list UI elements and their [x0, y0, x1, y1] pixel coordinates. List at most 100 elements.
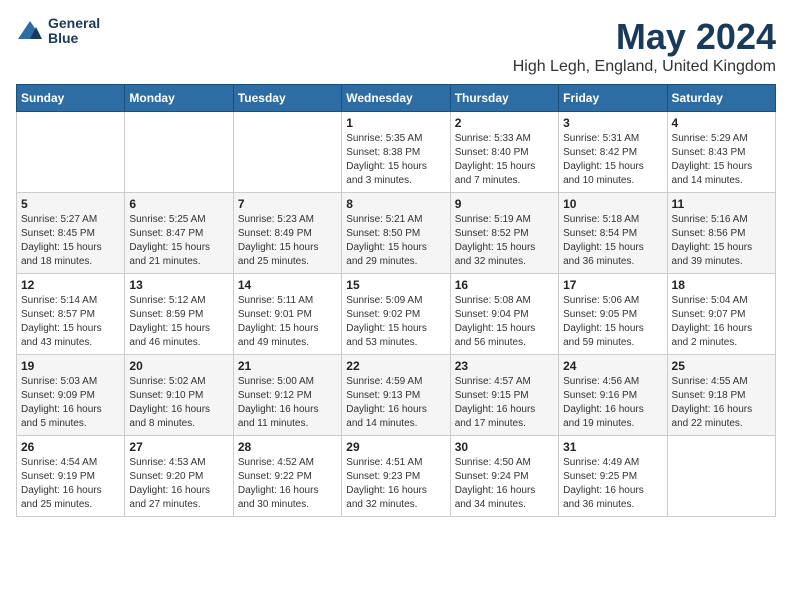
day-number: 14 — [238, 278, 337, 292]
day-info: Sunrise: 5:11 AM Sunset: 9:01 PM Dayligh… — [238, 294, 337, 350]
day-info: Sunrise: 4:57 AM Sunset: 9:15 PM Dayligh… — [455, 375, 554, 431]
day-number: 26 — [21, 440, 120, 454]
day-number: 21 — [238, 359, 337, 373]
day-number: 9 — [455, 197, 554, 211]
calendar-cell — [233, 112, 341, 193]
weekday-header: Wednesday — [342, 85, 450, 112]
calendar-week-row: 26 Sunrise: 4:54 AM Sunset: 9:19 PM Dayli… — [17, 436, 776, 517]
calendar-cell: 29Sunrise: 4:51 AM Sunset: 9:23 PM Dayli… — [342, 436, 450, 517]
day-number: 30 — [455, 440, 554, 454]
day-info: Sunrise: 5:00 AM Sunset: 9:12 PM Dayligh… — [238, 375, 337, 431]
calendar-cell: 11 Sunrise: 5:16 AM Sunset: 8:56 PM Dayli… — [667, 193, 775, 274]
day-number: 19 — [21, 359, 120, 373]
weekday-header: Friday — [559, 85, 667, 112]
calendar-cell: 19 Sunrise: 5:03 AM Sunset: 9:09 PM Dayli… — [17, 355, 125, 436]
day-info: Sunrise: 5:12 AM Sunset: 8:59 PM Dayligh… — [129, 294, 228, 350]
day-info: Sunrise: 5:25 AM Sunset: 8:47 PM Dayligh… — [129, 213, 228, 269]
day-info: Sunrise: 4:55 AM Sunset: 9:18 PM Dayligh… — [672, 375, 771, 431]
day-number: 5 — [21, 197, 120, 211]
calendar-cell: 4 Sunrise: 5:29 AM Sunset: 8:43 PM Daylig… — [667, 112, 775, 193]
day-number: 18 — [672, 278, 771, 292]
calendar-cell: 1 Sunrise: 5:35 AM Sunset: 8:38 PM Daylig… — [342, 112, 450, 193]
day-number: 23 — [455, 359, 554, 373]
day-info: Sunrise: 5:16 AM Sunset: 8:56 PM Dayligh… — [672, 213, 771, 269]
day-info: Sunrise: 5:14 AM Sunset: 8:57 PM Dayligh… — [21, 294, 120, 350]
calendar-cell: 9 Sunrise: 5:19 AM Sunset: 8:52 PM Daylig… — [450, 193, 558, 274]
day-number: 1 — [346, 116, 445, 130]
day-number: 27 — [129, 440, 228, 454]
day-info: Sunrise: 5:31 AM Sunset: 8:42 PM Dayligh… — [563, 132, 662, 188]
calendar-cell: 30 Sunrise: 4:50 AM Sunset: 9:24 PM Dayli… — [450, 436, 558, 517]
day-number: 25 — [672, 359, 771, 373]
day-number: 10 — [563, 197, 662, 211]
day-info: Sunrise: 5:02 AM Sunset: 9:10 PM Dayligh… — [129, 375, 228, 431]
day-number: 15 — [346, 278, 445, 292]
day-number: 22 — [346, 359, 445, 373]
calendar-subtitle: High Legh, England, United Kingdom — [513, 58, 776, 76]
logo-line1: General — [48, 15, 100, 31]
calendar-cell: 3 Sunrise: 5:31 AM Sunset: 8:42 PM Daylig… — [559, 112, 667, 193]
day-number: 4 — [672, 116, 771, 130]
calendar-cell: 8 Sunrise: 5:21 AM Sunset: 8:50 PM Daylig… — [342, 193, 450, 274]
day-number: 2 — [455, 116, 554, 130]
day-number: 12 — [21, 278, 120, 292]
calendar-cell: 28Sunrise: 4:52 AM Sunset: 9:22 PM Dayli… — [233, 436, 341, 517]
header-row: SundayMondayTuesdayWednesdayThursdayFrid… — [17, 85, 776, 112]
day-number: 8 — [346, 197, 445, 211]
calendar-cell: 17 Sunrise: 5:06 AM Sunset: 9:05 PM Dayli… — [559, 274, 667, 355]
calendar-cell: 15 Sunrise: 5:09 AM Sunset: 9:02 PM Dayli… — [342, 274, 450, 355]
calendar-week-row: 19 Sunrise: 5:03 AM Sunset: 9:09 PM Dayli… — [17, 355, 776, 436]
day-info: Sunrise: 5:35 AM Sunset: 8:38 PM Dayligh… — [346, 132, 445, 188]
day-info: Sunrise: 5:23 AM Sunset: 8:49 PM Dayligh… — [238, 213, 337, 269]
day-number: 7 — [238, 197, 337, 211]
day-info: Sunrise: 5:21 AM Sunset: 8:50 PM Dayligh… — [346, 213, 445, 269]
calendar-cell: 16 Sunrise: 5:08 AM Sunset: 9:04 PM Dayli… — [450, 274, 558, 355]
day-number: 16 — [455, 278, 554, 292]
day-number: 11 — [672, 197, 771, 211]
calendar-cell: 5 Sunrise: 5:27 AM Sunset: 8:45 PM Daylig… — [17, 193, 125, 274]
day-info: Sunrise: 5:29 AM Sunset: 8:43 PM Dayligh… — [672, 132, 771, 188]
calendar-cell: 25 Sunrise: 4:55 AM Sunset: 9:18 PM Dayli… — [667, 355, 775, 436]
calendar-body: 1 Sunrise: 5:35 AM Sunset: 8:38 PM Daylig… — [17, 112, 776, 517]
day-info: Sunrise: 4:54 AM Sunset: 9:19 PM Dayligh… — [21, 456, 120, 512]
page-header: General Blue May 2024 High Legh, England… — [16, 16, 776, 76]
calendar-cell: 12 Sunrise: 5:14 AM Sunset: 8:57 PM Dayli… — [17, 274, 125, 355]
day-info: Sunrise: 5:04 AM Sunset: 9:07 PM Dayligh… — [672, 294, 771, 350]
calendar-cell: 22Sunrise: 4:59 AM Sunset: 9:13 PM Dayli… — [342, 355, 450, 436]
weekday-header: Tuesday — [233, 85, 341, 112]
calendar-header: SundayMondayTuesdayWednesdayThursdayFrid… — [17, 85, 776, 112]
calendar-table: SundayMondayTuesdayWednesdayThursdayFrid… — [16, 84, 776, 517]
calendar-week-row: 5 Sunrise: 5:27 AM Sunset: 8:45 PM Daylig… — [17, 193, 776, 274]
calendar-week-row: 12 Sunrise: 5:14 AM Sunset: 8:57 PM Dayli… — [17, 274, 776, 355]
day-info: Sunrise: 5:18 AM Sunset: 8:54 PM Dayligh… — [563, 213, 662, 269]
calendar-cell: 6 Sunrise: 5:25 AM Sunset: 8:47 PM Daylig… — [125, 193, 233, 274]
day-number: 13 — [129, 278, 228, 292]
day-info: Sunrise: 5:08 AM Sunset: 9:04 PM Dayligh… — [455, 294, 554, 350]
calendar-cell — [17, 112, 125, 193]
calendar-cell: 18 Sunrise: 5:04 AM Sunset: 9:07 PM Dayli… — [667, 274, 775, 355]
day-info: Sunrise: 5:06 AM Sunset: 9:05 PM Dayligh… — [563, 294, 662, 350]
calendar-title: May 2024 — [513, 16, 776, 58]
calendar-cell: 7 Sunrise: 5:23 AM Sunset: 8:49 PM Daylig… — [233, 193, 341, 274]
calendar-cell: 21 Sunrise: 5:00 AM Sunset: 9:12 PM Dayli… — [233, 355, 341, 436]
title-block: May 2024 High Legh, England, United King… — [513, 16, 776, 76]
weekday-header: Thursday — [450, 85, 558, 112]
day-info: Sunrise: 5:19 AM Sunset: 8:52 PM Dayligh… — [455, 213, 554, 269]
day-info: Sunrise: 5:27 AM Sunset: 8:45 PM Dayligh… — [21, 213, 120, 269]
day-number: 20 — [129, 359, 228, 373]
weekday-header: Sunday — [17, 85, 125, 112]
day-info: Sunrise: 4:50 AM Sunset: 9:24 PM Dayligh… — [455, 456, 554, 512]
day-number: 17 — [563, 278, 662, 292]
day-number: 28 — [238, 440, 337, 454]
calendar-cell — [667, 436, 775, 517]
day-info: Sunrise: 5:03 AM Sunset: 9:09 PM Dayligh… — [21, 375, 120, 431]
logo-text: General Blue — [48, 16, 100, 47]
day-number: 6 — [129, 197, 228, 211]
calendar-week-row: 1 Sunrise: 5:35 AM Sunset: 8:38 PM Daylig… — [17, 112, 776, 193]
day-number: 24 — [563, 359, 662, 373]
day-number: 3 — [563, 116, 662, 130]
calendar-cell: 26 Sunrise: 4:54 AM Sunset: 9:19 PM Dayli… — [17, 436, 125, 517]
day-info: Sunrise: 5:09 AM Sunset: 9:02 PM Dayligh… — [346, 294, 445, 350]
weekday-header: Saturday — [667, 85, 775, 112]
calendar-cell: 2Sunrise: 5:33 AM Sunset: 8:40 PM Daylig… — [450, 112, 558, 193]
